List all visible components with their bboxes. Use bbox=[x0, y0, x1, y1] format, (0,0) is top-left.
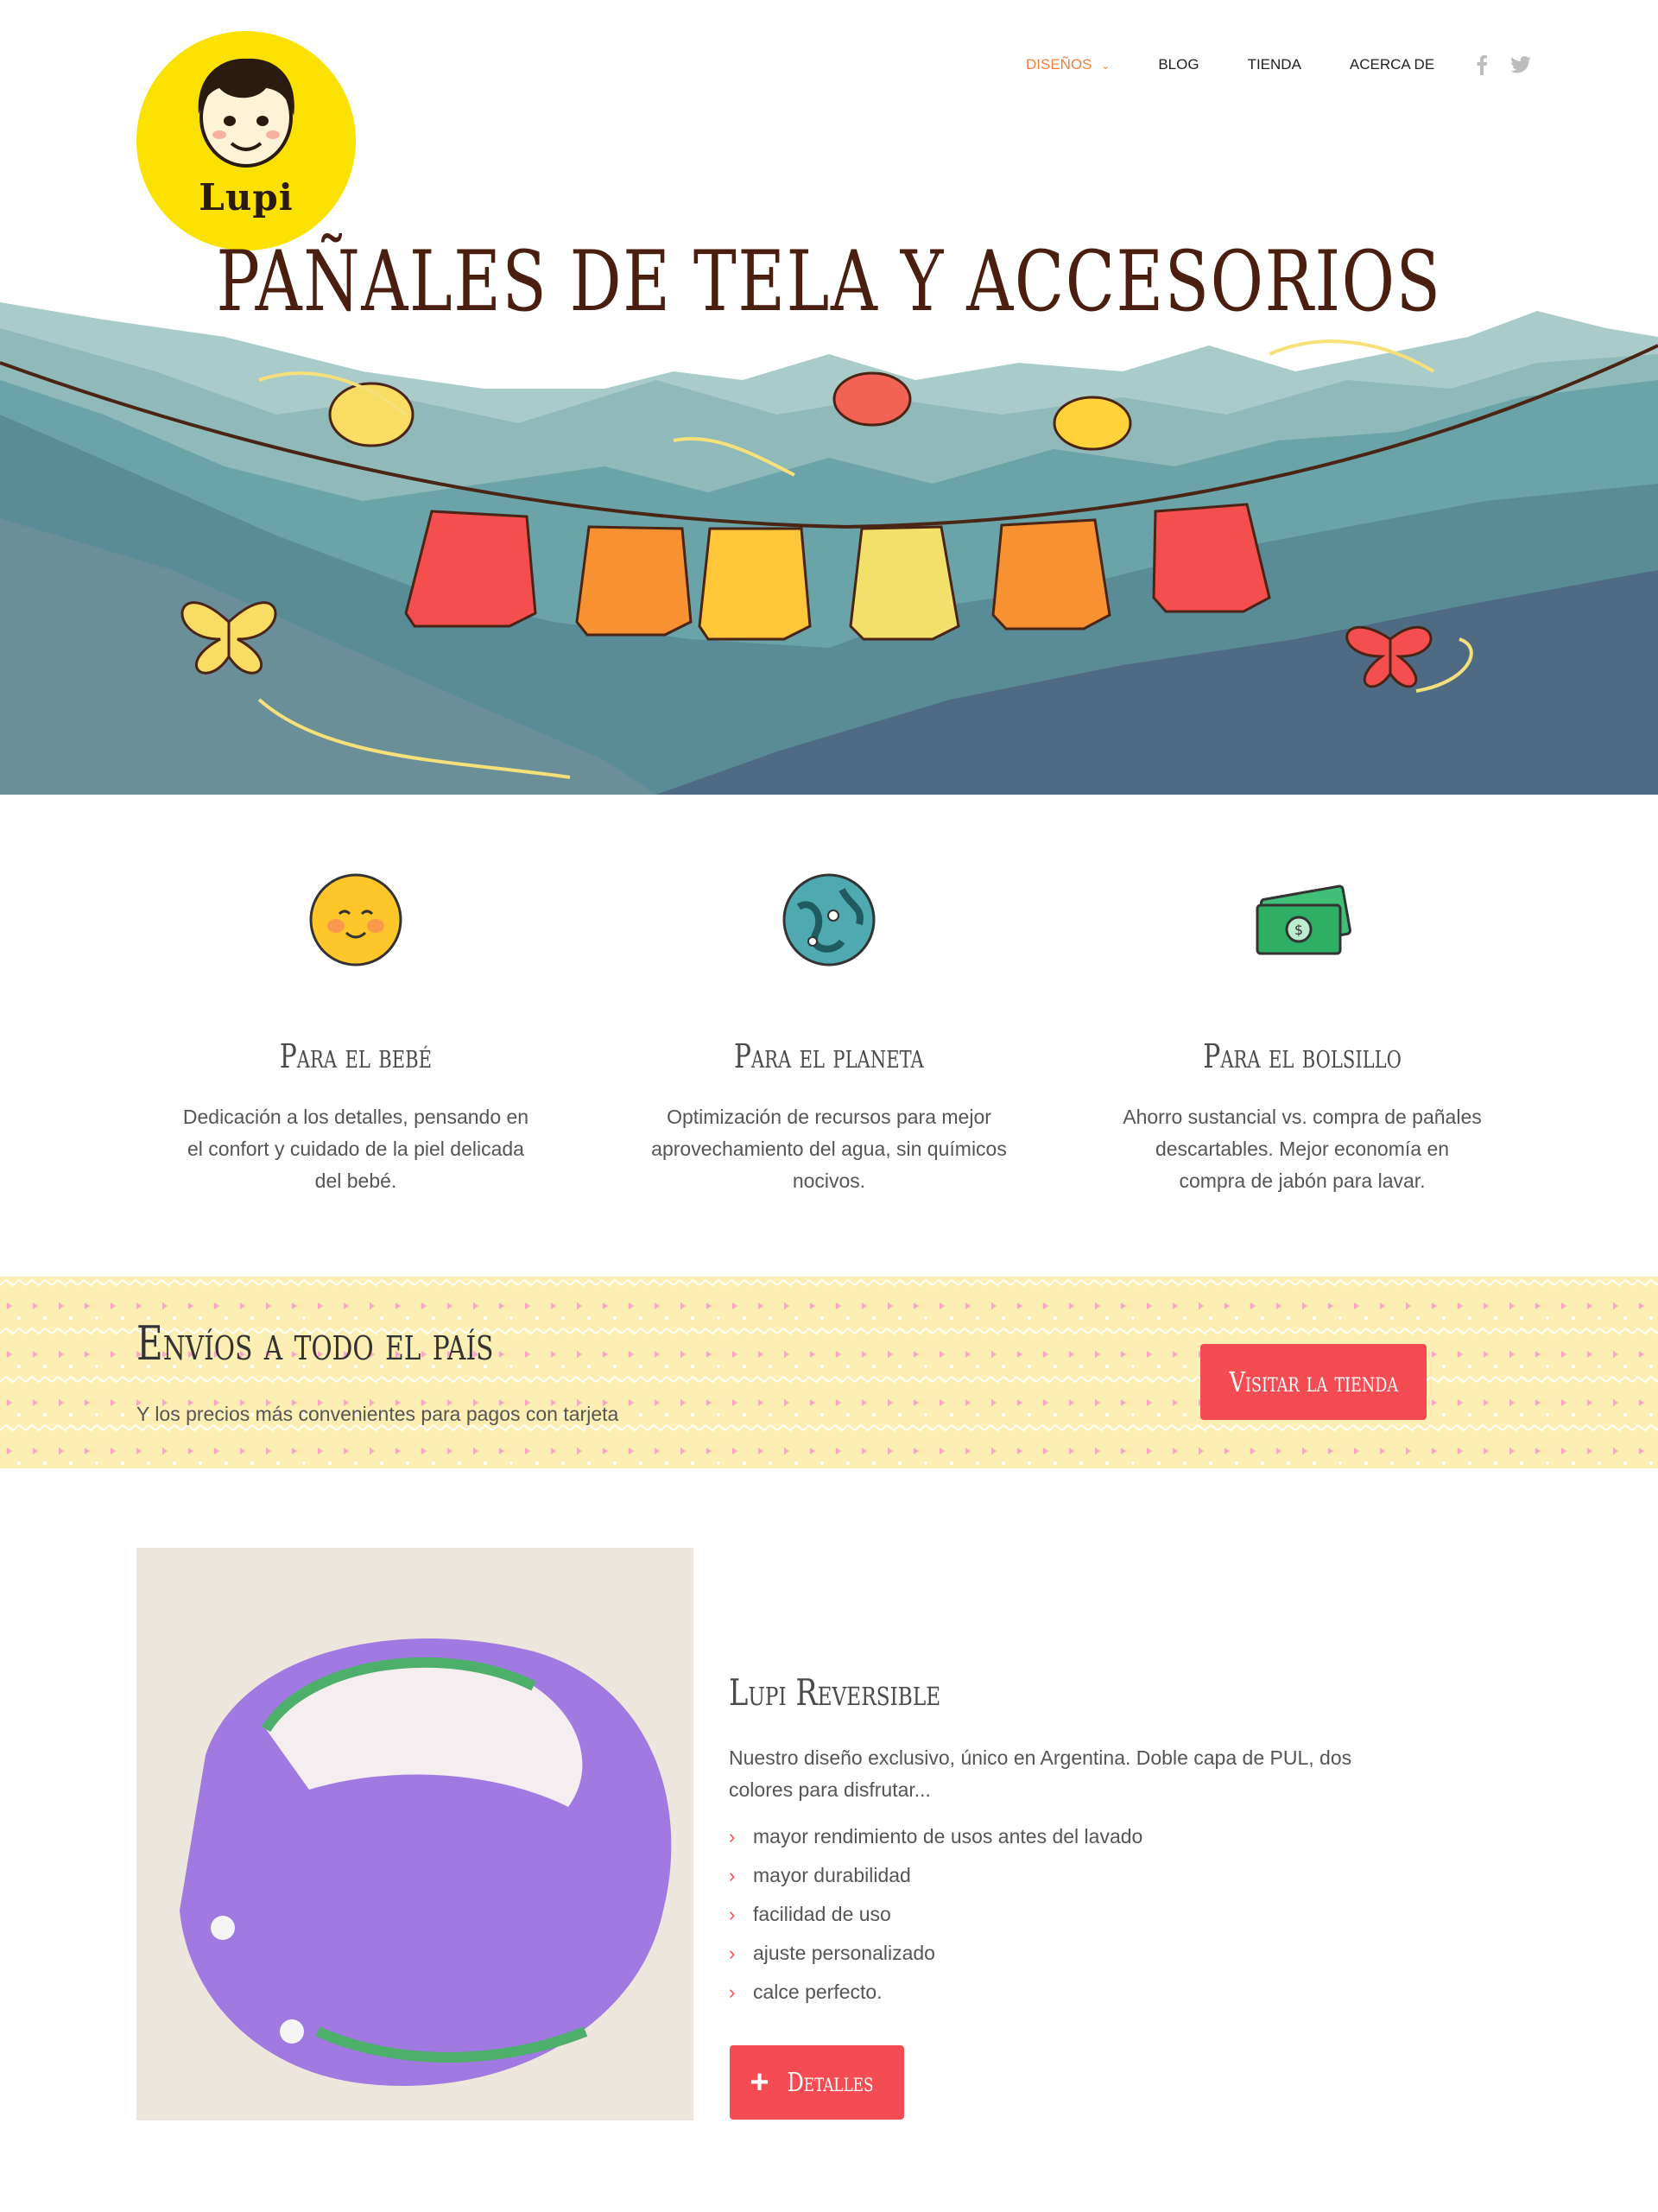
shipping-banner: Envíos a todo el país Y los precios más … bbox=[0, 1277, 1658, 1468]
banner-subtitle: Y los precios más convenientes para pago… bbox=[136, 1403, 619, 1425]
list-item: › facilidad de uso bbox=[729, 1895, 1142, 1934]
svg-text:$: $ bbox=[1294, 922, 1303, 938]
product-title: Lupi Reversible bbox=[729, 1671, 941, 1714]
nav-item-tienda[interactable]: TIENDA bbox=[1248, 56, 1301, 73]
feature-title: Para el bolsillo bbox=[1203, 1037, 1402, 1075]
details-button[interactable]: + Detalles bbox=[730, 2045, 904, 2120]
chevron-right-icon: › bbox=[729, 1826, 736, 1848]
list-item: › mayor durabilidad bbox=[729, 1856, 1142, 1895]
chevron-right-icon: › bbox=[729, 1943, 736, 1964]
feature-title: Para el bebé bbox=[279, 1037, 433, 1075]
feature-text: Dedicación a los detalles, pensando en e… bbox=[182, 1106, 529, 1192]
nav-item-disenos[interactable]: DISEÑOS ⌄ bbox=[1026, 56, 1110, 73]
product-image bbox=[136, 1548, 693, 2120]
social-links bbox=[1476, 54, 1532, 75]
main-nav: DISEÑOS ⌄ BLOG TIENDA ACERCA DE bbox=[1026, 54, 1532, 76]
nav-item-label: DISEÑOS bbox=[1026, 56, 1092, 73]
product-description: Nuestro diseño exclusivo, único en Argen… bbox=[729, 1746, 1352, 1801]
feature-title: Para el planeta bbox=[734, 1037, 924, 1075]
visit-store-button[interactable]: Visitar la tienda bbox=[1200, 1344, 1427, 1420]
banner-title: Envíos a todo el país bbox=[136, 1316, 494, 1371]
feature-planet: Para el planeta Optimización de recursos… bbox=[630, 872, 1028, 1197]
chevron-right-icon: › bbox=[729, 1981, 736, 2003]
nav-item-blog[interactable]: BLOG bbox=[1158, 56, 1199, 73]
feature-wallet: $ Para el bolsillo Ahorro sustancial vs.… bbox=[1104, 872, 1501, 1197]
plus-icon: + bbox=[750, 2064, 769, 2101]
list-item: › ajuste personalizado bbox=[729, 1934, 1142, 1973]
list-item: › mayor rendimiento de usos antes del lav… bbox=[729, 1817, 1142, 1856]
visit-store-label: Visitar la tienda bbox=[1229, 1366, 1398, 1398]
facebook-icon[interactable] bbox=[1476, 54, 1488, 75]
chevron-down-icon: ⌄ bbox=[1101, 60, 1111, 72]
smiley-face-icon bbox=[309, 873, 402, 967]
chevron-right-icon: › bbox=[729, 1865, 736, 1886]
list-item: › calce perfecto. bbox=[729, 1973, 1142, 2012]
feature-text: Optimización de recursos para mejor apro… bbox=[651, 1106, 1007, 1192]
details-label: Detalles bbox=[787, 2067, 874, 2098]
globe-icon bbox=[782, 873, 876, 967]
chevron-right-icon: › bbox=[729, 1904, 736, 1925]
money-icon: $ bbox=[1256, 884, 1351, 955]
purple-diaper-image bbox=[136, 1548, 693, 2120]
feature-baby: Para el bebé Dedicación a los detalles, … bbox=[157, 872, 554, 1197]
hero-banner: PAÑALES DE TELA Y ACCESORIOS bbox=[0, 155, 1658, 795]
hero-title: PAÑALES DE TELA Y ACCESORIOS bbox=[216, 233, 1442, 330]
twitter-icon[interactable] bbox=[1510, 56, 1532, 73]
nav-item-acerca[interactable]: ACERCA DE bbox=[1350, 56, 1434, 73]
feature-text: Ahorro sustancial vs. compra de pañales … bbox=[1123, 1106, 1482, 1192]
product-feature-list: › mayor rendimiento de usos antes del lav… bbox=[729, 1817, 1142, 2012]
